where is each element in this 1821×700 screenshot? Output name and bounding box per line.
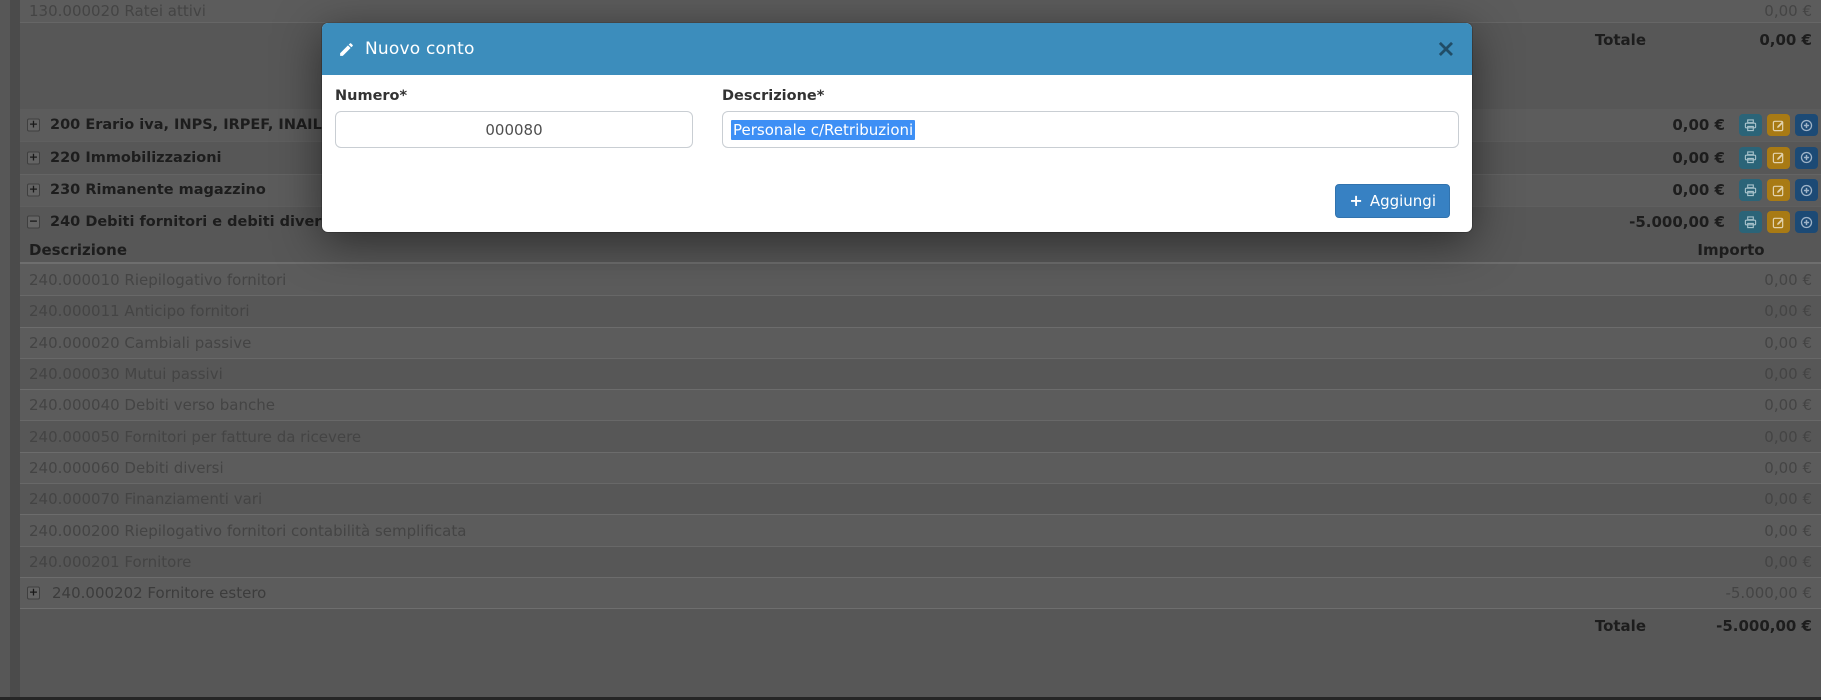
expand-button[interactable]: + (27, 587, 40, 600)
modal-title: Nuovo conto (365, 39, 475, 59)
edit-button[interactable] (1767, 114, 1790, 136)
add-account-button[interactable] (1795, 114, 1818, 136)
modal-body: Numero* Descrizione* Personale c/Retribu… (322, 75, 1472, 148)
account-amount: 0,00 € (1764, 2, 1812, 20)
group-title: 200 Erario iva, INPS, IRPEF, INAIL, C (50, 117, 343, 133)
aggiungi-button-label: Aggiungi (1370, 192, 1436, 210)
account-description: 240.000050 Fornitori per fatture da rice… (29, 428, 361, 446)
account-description: 240.000202 Fornitore estero (52, 584, 266, 602)
column-header-importo: Importo (1661, 241, 1801, 259)
row-actions (1739, 147, 1818, 169)
account-amount: 0,00 € (1764, 490, 1812, 508)
account-description: 240.000200 Riepilogativo fornitori conta… (29, 522, 466, 540)
column-header-descrizione: Descrizione (29, 241, 127, 259)
row-actions (1739, 211, 1818, 233)
print-button[interactable] (1739, 147, 1762, 169)
collapse-button[interactable]: − (27, 216, 40, 229)
account-row: 240.000030 Mutui passivi 0,00 € (10, 358, 1821, 389)
descrizione-field-group: Descrizione* Personale c/Retribuzioni (722, 88, 1459, 148)
account-amount: 0,00 € (1764, 334, 1812, 352)
print-button[interactable] (1739, 211, 1762, 233)
totale-label: Totale (1595, 617, 1646, 635)
account-amount: 0,00 € (1764, 553, 1812, 571)
account-row-expandable: + 240.000202 Fornitore estero -5.000,00 … (10, 577, 1821, 608)
account-description: 240.000060 Debiti diversi (29, 459, 224, 477)
expand-button[interactable]: + (27, 119, 40, 132)
add-account-button[interactable] (1795, 179, 1818, 201)
modal-header: Nuovo conto × (322, 23, 1472, 75)
row-actions (1739, 179, 1818, 201)
add-account-button[interactable] (1795, 211, 1818, 233)
account-amount: 0,00 € (1764, 271, 1812, 289)
account-amount: -5.000,00 € (1725, 584, 1812, 602)
account-row: 240.000020 Cambiali passive 0,00 € (10, 327, 1821, 358)
account-description: 130.000020 Ratei attivi (29, 2, 206, 20)
account-row: 240.000201 Fornitore 0,00 € (10, 546, 1821, 577)
group-amount: 0,00 € (1672, 181, 1725, 199)
account-amount: 0,00 € (1764, 302, 1812, 320)
expand-button[interactable]: + (27, 151, 40, 164)
selected-text: Personale c/Retribuzioni (731, 120, 915, 140)
numero-field-group: Numero* (335, 88, 693, 148)
account-row: 240.000010 Riepilogativo fornitori 0,00 … (10, 264, 1821, 295)
account-amount: 0,00 € (1764, 396, 1812, 414)
add-account-button[interactable] (1795, 147, 1818, 169)
section-240-accounts: Descrizione Importo 240.000010 Riepiloga… (10, 238, 1821, 642)
pencil-icon (338, 41, 355, 58)
account-amount: 0,00 € (1764, 365, 1812, 383)
close-icon[interactable]: × (1436, 37, 1456, 61)
account-amount: 0,00 € (1764, 522, 1812, 540)
account-amount: 0,00 € (1764, 459, 1812, 477)
account-description: 240.000070 Finanziamenti vari (29, 490, 262, 508)
group-amount: -5.000,00 € (1629, 213, 1725, 231)
totale-amount: -5.000,00 € (1716, 617, 1812, 635)
account-description: 240.000030 Mutui passivi (29, 365, 223, 383)
totale-row: Totale -5.000,00 € (10, 608, 1821, 642)
group-amount: 0,00 € (1672, 116, 1725, 134)
print-button[interactable] (1739, 179, 1762, 201)
account-row: 240.000040 Debiti verso banche 0,00 € (10, 389, 1821, 420)
account-description: 240.000010 Riepilogativo fornitori (29, 271, 286, 289)
subtable-rows: 240.000010 Riepilogativo fornitori 0,00 … (10, 264, 1821, 608)
account-row: 240.000070 Finanziamenti vari 0,00 € (10, 483, 1821, 514)
account-row: 240.000060 Debiti diversi 0,00 € (10, 452, 1821, 483)
account-description: 240.000011 Anticipo fornitori (29, 302, 250, 320)
group-title: 220 Immobilizzazioni (50, 150, 222, 166)
account-description: 240.000201 Fornitore (29, 553, 191, 571)
edit-button[interactable] (1767, 211, 1790, 233)
nuovo-conto-modal: Nuovo conto × Numero* Descrizione* Perso… (322, 23, 1472, 232)
totale-amount: 0,00 € (1759, 31, 1812, 49)
plus-icon: + (1349, 193, 1362, 209)
subtable-header: Descrizione Importo (10, 238, 1821, 264)
account-amount: 0,00 € (1764, 428, 1812, 446)
edit-button[interactable] (1767, 179, 1790, 201)
account-row: 240.000200 Riepilogativo fornitori conta… (10, 514, 1821, 545)
account-row: 130.000020 Ratei attivi 0,00 € (10, 0, 1821, 23)
numero-label: Numero* (335, 88, 693, 104)
account-row: 240.000011 Anticipo fornitori 0,00 € (10, 295, 1821, 326)
screen: 130.000020 Ratei attivi 0,00 € Totale 0,… (0, 0, 1821, 700)
edit-button[interactable] (1767, 147, 1790, 169)
descrizione-label: Descrizione* (722, 88, 1459, 104)
page-left-margin (10, 0, 20, 700)
account-description: 240.000020 Cambiali passive (29, 334, 251, 352)
account-description: 240.000040 Debiti verso banche (29, 396, 275, 414)
totale-label: Totale (1595, 31, 1646, 49)
expand-button[interactable]: + (27, 184, 40, 197)
group-amount: 0,00 € (1672, 149, 1725, 167)
account-row: 240.000050 Fornitori per fatture da rice… (10, 420, 1821, 451)
group-title: 230 Rimanente magazzino (50, 182, 266, 198)
group-title: 240 Debiti fornitori e debiti diversi (50, 214, 335, 230)
row-actions (1739, 114, 1818, 136)
aggiungi-button[interactable]: + Aggiungi (1335, 184, 1450, 218)
print-button[interactable] (1739, 114, 1762, 136)
descrizione-input[interactable]: Personale c/Retribuzioni (722, 111, 1459, 148)
numero-input[interactable] (335, 111, 693, 148)
